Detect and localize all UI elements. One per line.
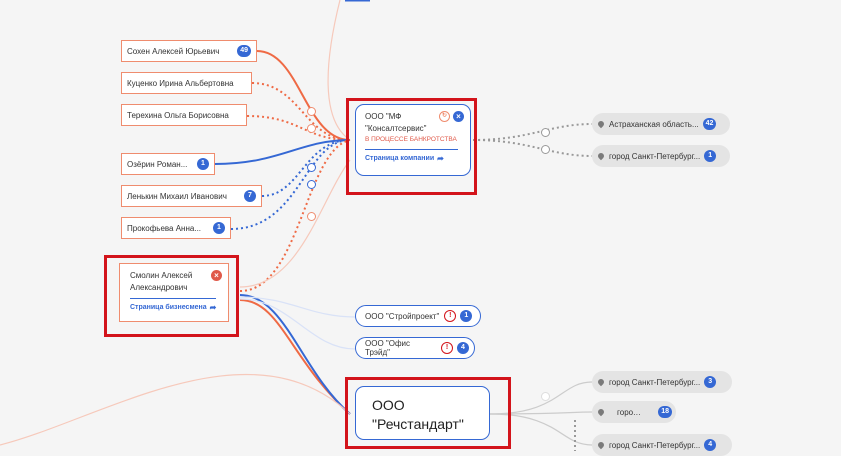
company-page-link[interactable]: Страница компании ➦ [365,154,464,163]
person-name: Озёрин Роман... [127,159,188,169]
company-name-line2: "Консалтсервис" [365,124,427,133]
bankruptcy-status: В ПРОЦЕССЕ БАНКРОТСТВА [365,136,457,143]
location-pin-icon [596,440,606,450]
person-badge: 49 [237,45,251,57]
company-name: ООО "Офис Трэйд" [365,339,411,357]
location-badge: 1 [704,150,717,162]
location-badge: 4 [704,439,717,451]
person-name: Прокофьева Анна... [127,223,202,233]
close-icon[interactable]: × [453,111,464,122]
selected-person-card[interactable]: Смолин Алексей Александрович × Страница … [119,263,229,322]
warning-icon: ! [441,342,453,354]
company-badge: 4 [457,342,469,354]
person-name: Куценко Ирина Альбертовна [127,78,234,88]
location-node[interactable]: город Санкт-Петербург... 4 [592,434,732,456]
clock-icon[interactable] [541,392,550,401]
person-badge: 1 [213,222,225,234]
location-badge: 18 [658,406,672,418]
company-name-line1: ООО "МФ [365,112,402,121]
businessman-page-link-label: Страница бизнесмена [130,304,207,311]
location-pin-icon [596,407,606,417]
company-node[interactable]: ООО "Офис Трэйд" ! 4 [355,337,475,359]
selected-person-name: Смолин Алексей Александрович [130,271,193,292]
clock-icon[interactable] [307,212,316,221]
person-node[interactable]: Ленькин Михаил Иванович 7 [121,185,262,207]
location-node[interactable]: город Санкт-Петербург... 1 [592,145,730,167]
person-badge: 1 [197,158,209,170]
company-page-link-label: Страница компании [365,155,435,162]
company-node[interactable]: ООО "Стройпроект" ! 1 [355,305,481,327]
person-node[interactable]: Сохен Алексей Юрьевич 49 [121,40,257,62]
share-arrow-icon: ➦ [209,303,217,312]
history-icon[interactable]: ↻ [439,111,450,122]
company-mf-card[interactable]: ООО "МФ "Консалтсервис" ↻ × В ПРОЦЕССЕ Б… [355,104,471,176]
share-arrow-icon: ➦ [437,154,444,163]
location-node[interactable]: город Санкт-Петербург... 3 [592,371,732,393]
businessman-page-link[interactable]: Страница бизнесмена ➦ [130,303,222,312]
person-node[interactable]: Озёрин Роман... 1 [121,153,215,175]
remove-icon[interactable]: × [211,270,222,281]
location-badge: 3 [704,376,717,388]
warning-icon: ! [444,310,457,322]
person-name: Терехина Ольга Борисовна [127,110,229,120]
clock-icon[interactable] [541,128,550,137]
location-node[interactable]: город... 18 [592,401,676,423]
person-name: Ленькин Михаил Иванович [127,191,227,201]
location-name: город Санкт-Петербург... [609,151,701,161]
company-rech-card[interactable]: ООО "Речстандарт" [355,386,490,440]
location-pin-icon [596,151,606,161]
company-rech-line2: "Речстандарт" [372,416,464,432]
clock-icon[interactable] [541,145,550,154]
location-pin-icon [596,119,606,129]
company-badge: 1 [460,310,473,322]
person-node[interactable]: Прокофьева Анна... 1 [121,217,231,239]
location-name: город Санкт-Петербург... [609,440,701,450]
person-node[interactable]: Куценко Ирина Альбертовна [121,72,252,94]
location-pin-icon [596,377,606,387]
company-name: ООО "Стройпроект" [365,311,440,321]
person-badge: 7 [244,190,256,202]
location-name: Астраханская область... [609,119,699,129]
location-node[interactable]: Астраханская область... 42 [592,113,730,135]
clock-icon[interactable] [307,107,316,116]
person-node[interactable]: Терехина Ольга Борисовна [121,104,247,126]
person-name: Сохен Алексей Юрьевич [127,46,220,56]
clock-icon[interactable] [307,180,316,189]
location-name: город... [617,407,645,417]
clock-icon[interactable] [307,163,316,172]
location-name: город Санкт-Петербург... [609,377,701,387]
clock-icon[interactable] [307,124,316,133]
company-rech-line1: ООО [372,397,405,413]
location-badge: 42 [702,118,717,130]
